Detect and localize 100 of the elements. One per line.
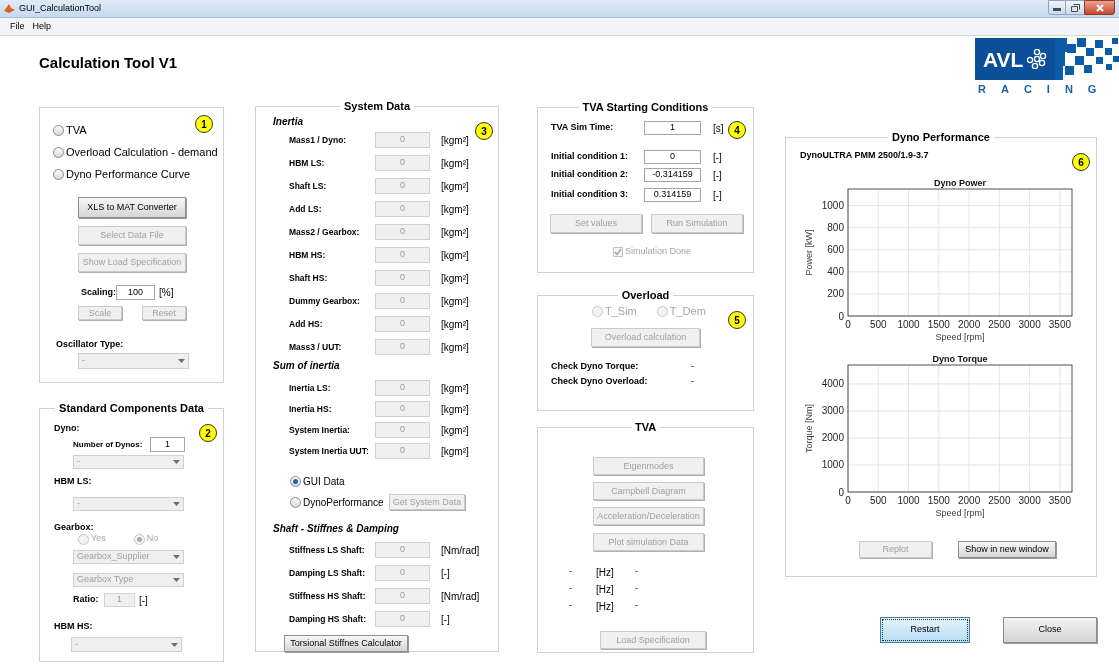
minimize-button[interactable] — [1048, 0, 1066, 15]
field-label: Check Dyno Overload: — [551, 375, 649, 389]
chart-title: Dyno Power — [934, 178, 986, 188]
input-field[interactable]: 0.314159 — [644, 188, 701, 202]
input-field[interactable]: 1 — [644, 121, 701, 135]
radio-option[interactable]: GUI Data — [290, 473, 345, 489]
radio-option[interactable]: DynoPerformance — [290, 494, 389, 510]
number-badge: 2 — [199, 424, 217, 442]
maximize-button[interactable] — [1066, 0, 1084, 15]
unit-label: [kgm²] — [441, 271, 469, 286]
mode-note: - — [635, 565, 638, 579]
chart-title: Dyno Torque — [932, 354, 988, 364]
caret-icon — [178, 359, 185, 363]
tick-label: 1000 — [821, 459, 844, 471]
panel-title: System Data — [342, 100, 412, 112]
number-badge: 1 — [195, 115, 213, 133]
number-badge: 4 — [728, 121, 746, 139]
frequency-value: - — [569, 599, 573, 613]
field-label: Initial condition 2: — [551, 168, 629, 182]
field-label: HBM HS: — [54, 620, 93, 632]
unit-label: [kgm²] — [441, 402, 469, 417]
tick-label: 2000 — [957, 319, 981, 330]
tick-label: 2000 — [821, 432, 844, 444]
unit-label: [s] — [713, 121, 724, 136]
mode-note: - — [635, 599, 638, 613]
number-badge: 6 — [1072, 153, 1090, 171]
input-field[interactable]: 0 — [644, 150, 701, 164]
input-field[interactable]: -0.314159 — [644, 168, 701, 182]
field-label: Dyno: — [54, 422, 80, 434]
tick-label: 3000 — [821, 405, 844, 417]
push-button[interactable]: Show in new window — [958, 541, 1056, 558]
close-button[interactable] — [1084, 0, 1115, 15]
unit-label: [kgm²] — [441, 202, 469, 217]
unit-label: [-] — [713, 188, 722, 203]
unit-label: [kgm²] — [441, 225, 469, 240]
unit-label: [kgm²] — [441, 423, 469, 438]
field-label: Inertia HS: — [289, 402, 333, 416]
field-label: System Inertia: — [289, 423, 351, 437]
tick-label: 1000 — [897, 495, 920, 506]
axis-label: Speed [rpm] — [935, 508, 985, 518]
panel-title: TVA — [633, 421, 658, 433]
field-label: Dummy Gearbox: — [289, 294, 361, 308]
restore-icon — [1070, 3, 1080, 12]
frequency-value: - — [569, 582, 573, 596]
field-label: Mass1 / Dyno: — [289, 133, 348, 147]
input-field[interactable]: 100 — [116, 285, 155, 300]
field-label: Add LS: — [289, 202, 323, 216]
caret-icon — [171, 642, 178, 647]
unit-label: [-] — [713, 168, 722, 183]
panel-title: TVA Starting Conditions — [581, 101, 710, 113]
circles-icon — [1027, 49, 1048, 69]
radio-option[interactable]: Dyno Performance Curve — [53, 166, 191, 183]
push-button[interactable]: Restart — [880, 617, 970, 643]
field-label: Inertia LS: — [289, 381, 332, 395]
field-label: Shaft HS: — [289, 271, 329, 285]
app-icon — [4, 3, 15, 14]
field-label: Damping LS Shaft: — [289, 566, 367, 580]
number-badge: 5 — [728, 311, 746, 329]
field-label: Initial condition 3: — [551, 188, 629, 202]
tick-label: 600 — [827, 244, 844, 256]
radio-option[interactable]: Overload Calculation - demand — [53, 143, 218, 161]
field-label: Shaft LS: — [289, 179, 328, 193]
panel-title: Dyno Performance — [891, 131, 991, 143]
input-field[interactable]: 1 — [150, 437, 185, 452]
tick-label: 3000 — [1018, 319, 1041, 330]
section-heading: Inertia — [273, 116, 303, 128]
tick-label: 1000 — [821, 200, 844, 212]
tick-label: 800 — [827, 222, 844, 234]
menu-item[interactable]: File — [10, 19, 25, 34]
radio-option[interactable]: TVA — [53, 121, 87, 139]
field-label: Stiffness LS Shaft: — [289, 543, 366, 557]
unit-label: [-] — [139, 593, 148, 608]
status-value: - — [691, 360, 694, 374]
unit-label: [kgm²] — [441, 156, 469, 171]
push-button[interactable]: Close — [1003, 617, 1097, 643]
menu-item[interactable]: Help — [32, 19, 52, 34]
panel-title: Overload — [620, 289, 671, 301]
logo-subtitle: RACING — [977, 84, 1113, 95]
field-label: Gearbox: — [54, 521, 94, 533]
frequency-value: - — [569, 565, 573, 579]
unit-label: [kgm²] — [441, 133, 469, 148]
panel-title: Standard Components Data — [58, 402, 205, 414]
field-label: TVA Sim Time: — [551, 121, 615, 135]
unit-label: [Hz] — [596, 565, 615, 580]
field-label: HBM LS: — [54, 475, 92, 487]
field-label: Oscillator Type: — [56, 338, 124, 350]
page-title: Calculation Tool V1 — [38, 53, 178, 73]
push-button[interactable]: Torsional Stiffnes Calculator — [284, 635, 408, 652]
unit-label: [Nm/rad] — [441, 543, 480, 558]
field-label: Mass3 / UUT: — [289, 340, 343, 354]
section-heading: Sum of inertia — [273, 360, 340, 372]
section-heading: Shaft - Stiffnes & Damping — [273, 523, 399, 535]
close-icon — [1095, 3, 1104, 12]
tick-label: 500 — [869, 319, 887, 330]
field-label: Ratio: — [73, 593, 100, 607]
caret-icon — [173, 578, 180, 582]
push-button[interactable]: XLS to MAT Converter — [78, 197, 186, 218]
caret-icon — [173, 460, 180, 464]
field-label: Check Dyno Torque: — [551, 360, 640, 374]
tick-label: 2000 — [957, 495, 981, 506]
